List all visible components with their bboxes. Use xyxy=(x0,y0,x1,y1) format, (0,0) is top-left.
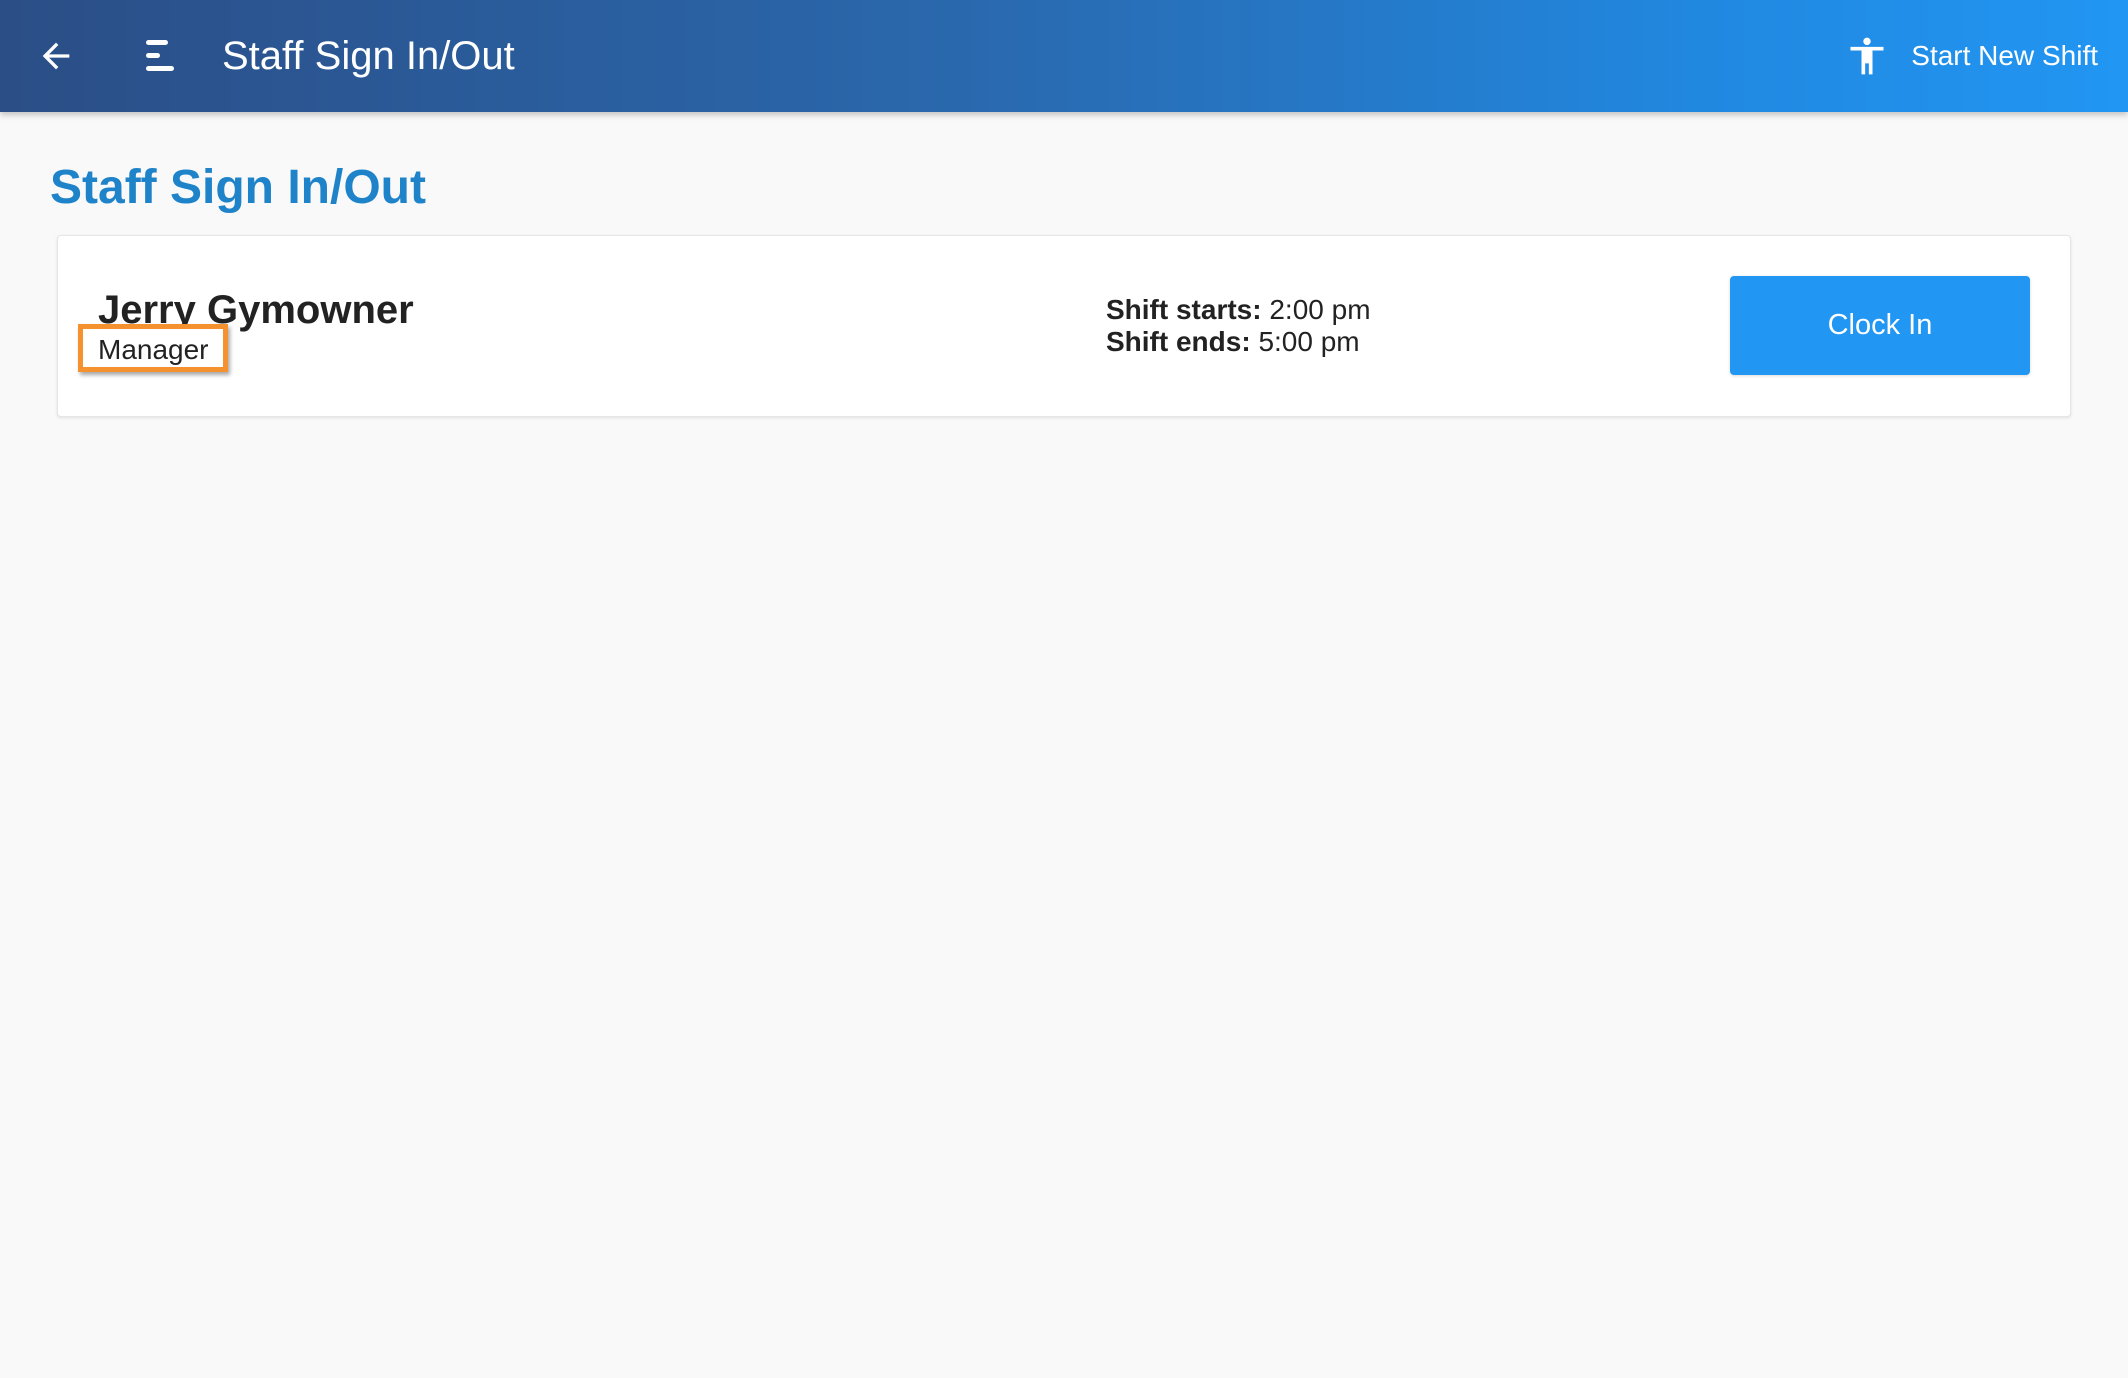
shift-starts-row: Shift starts: 2:00 pm xyxy=(1106,294,1371,326)
page-title: Staff Sign In/Out xyxy=(50,161,426,214)
clock-in-button[interactable]: Clock In xyxy=(1730,276,2030,375)
staff-role: Manager xyxy=(98,334,209,365)
staff-card: Jerry Gymowner Manager Shift starts: 2:0… xyxy=(57,235,2071,417)
shift-ends-row: Shift ends: 5:00 pm xyxy=(1106,326,1371,358)
shift-starts-value: 2:00 pm xyxy=(1269,294,1371,325)
accessibility-person-icon xyxy=(1845,34,1889,78)
shift-starts-label: Shift starts: xyxy=(1106,294,1262,325)
app-bar: Staff Sign In/Out Start New Shift xyxy=(0,0,2128,112)
shift-info: Shift starts: 2:00 pm Shift ends: 5:00 p… xyxy=(1106,294,1371,358)
shift-ends-value: 5:00 pm xyxy=(1258,326,1360,357)
menu-icon xyxy=(146,40,174,71)
back-button[interactable] xyxy=(26,26,86,86)
shift-ends-label: Shift ends: xyxy=(1106,326,1251,357)
arrow-left-icon xyxy=(42,42,70,70)
start-new-shift-button[interactable]: Start New Shift xyxy=(1845,28,2098,84)
menu-button[interactable] xyxy=(130,26,190,86)
start-new-shift-label: Start New Shift xyxy=(1911,40,2098,71)
app-bar-title: Staff Sign In/Out xyxy=(222,34,515,78)
